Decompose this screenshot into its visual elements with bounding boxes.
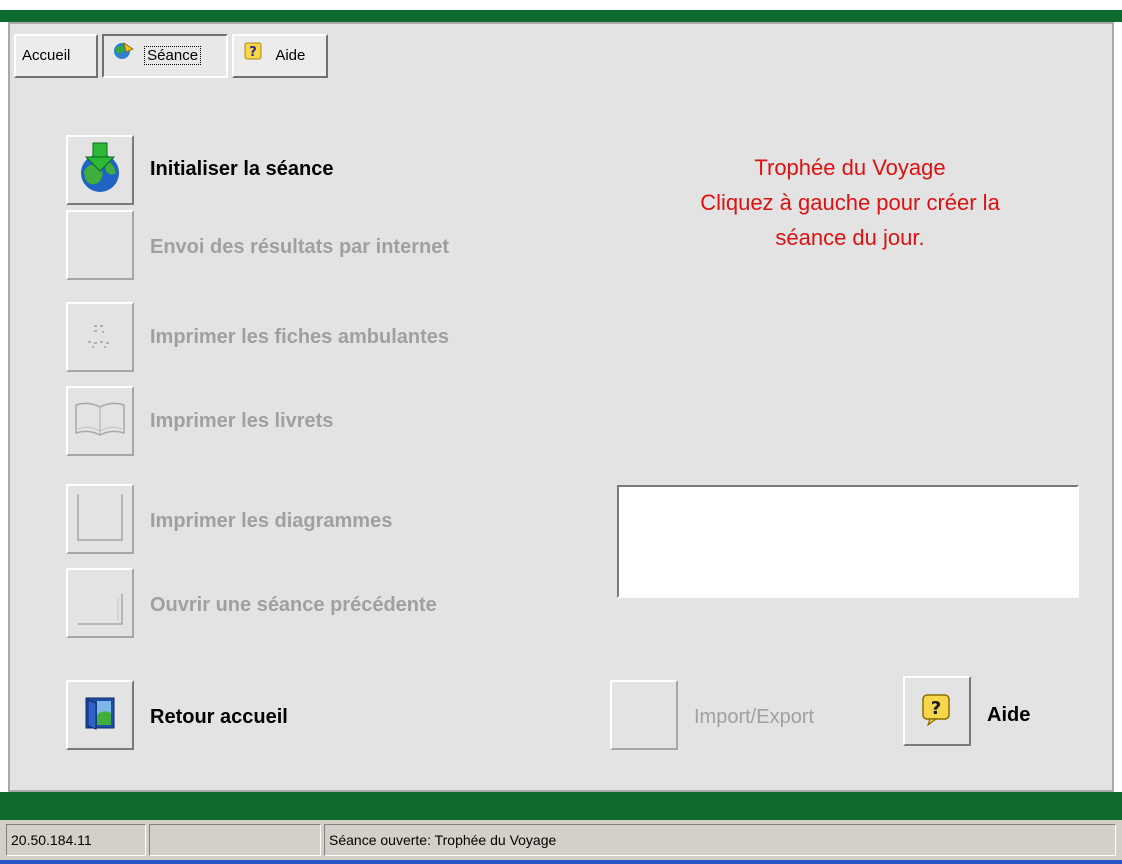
import-export-label: Import/Export [694, 706, 815, 728]
aide-button[interactable]: ? [903, 676, 971, 746]
help-bubble-icon: ? [920, 692, 954, 731]
initialiser-button[interactable] [66, 135, 134, 205]
help-icon: ? [244, 36, 262, 76]
status-text: Séance ouverte: Trophée du Voyage [324, 824, 1116, 856]
retour-label: Retour accueil [150, 706, 288, 728]
fiches-button[interactable] [66, 302, 134, 372]
fiches-label: Imprimer les fiches ambulantes [150, 326, 450, 348]
globe-download-icon [76, 141, 124, 200]
bottom-green-band [0, 792, 1122, 820]
tab-accueil-label: Accueil [22, 47, 71, 64]
livrets-label: Imprimer les livrets [150, 410, 334, 432]
tab-aide-label: Aide [275, 47, 306, 64]
livrets-button[interactable] [66, 386, 134, 456]
ouvrir-button[interactable] [66, 568, 134, 638]
session-message-line2: Cliquez à gauche pour créer la [700, 190, 1000, 215]
tab-seance[interactable]: Séance [102, 34, 228, 78]
envoi-label: Envoi des résultats par internet [150, 236, 449, 258]
aide-label: Aide [987, 704, 1031, 726]
open-book-icon [72, 397, 128, 446]
session-message: Trophée du Voyage Cliquez à gauche pour … [620, 150, 1080, 255]
tab-accueil[interactable]: Accueil [14, 34, 98, 78]
initialiser-label: Initialiser la séance [150, 158, 334, 180]
diagrammes-button[interactable] [66, 484, 134, 554]
ouvrir-label: Ouvrir une séance précédente [150, 594, 437, 616]
globe-icon [112, 36, 134, 76]
session-message-line3: séance du jour. [775, 225, 925, 250]
tab-seance-label: Séance [144, 46, 202, 65]
info-text-area[interactable] [617, 485, 1079, 598]
status-blue-line [0, 860, 1122, 864]
tab-aide[interactable]: ? Aide [232, 34, 328, 78]
top-green-band [0, 10, 1122, 22]
import-export-button[interactable] [610, 680, 678, 750]
folder-corner-icon [74, 574, 126, 633]
dots-icon [80, 315, 120, 360]
session-message-line1: Trophée du Voyage [754, 155, 946, 180]
status-ip: 20.50.184.11 [6, 824, 146, 856]
svg-text:?: ? [249, 45, 257, 60]
diagrammes-label: Imprimer les diagrammes [150, 510, 393, 532]
status-middle [149, 824, 321, 856]
status-bar: 20.50.184.11 Séance ouverte: Trophée du … [0, 820, 1122, 864]
envoi-button[interactable] [66, 210, 134, 280]
svg-text:?: ? [931, 698, 941, 719]
diagram-frame-icon [74, 490, 126, 549]
door-exit-icon [83, 695, 117, 736]
retour-button[interactable] [66, 680, 134, 750]
